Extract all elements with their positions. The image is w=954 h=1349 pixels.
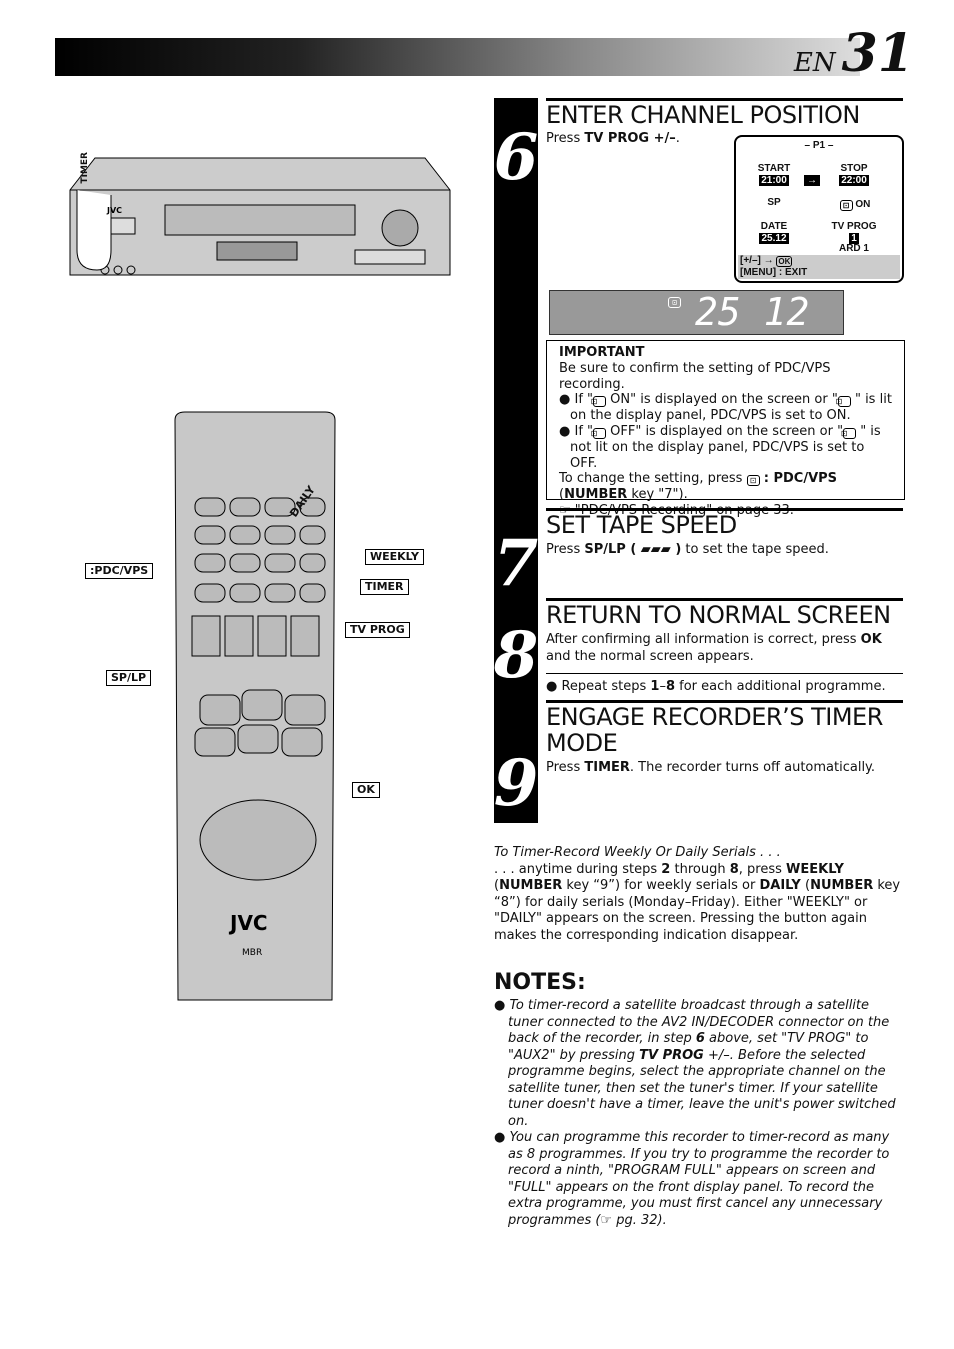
important-box: IMPORTANT Be sure to confirm the setting… — [546, 340, 905, 518]
label-ok: OK — [352, 782, 380, 798]
pdc-icon: ⊡ — [839, 200, 853, 211]
vcr-illustration: JVC — [69, 157, 451, 276]
label-sp-lp: SP/LP — [106, 670, 152, 686]
step-bar: 6 7 8 9 — [494, 98, 538, 823]
notes-section: NOTES: ● To timer-record a satellite bro… — [494, 970, 896, 1228]
label-timer: TIMER — [360, 579, 409, 595]
label-weekly: WEEKLY — [365, 549, 424, 565]
step-9: ENGAGE RECORDER’S TIMER MODE Press TIMER… — [546, 700, 903, 777]
serials-section: To Timer-Record Weekly Or Daily Serials … — [494, 845, 901, 943]
label-pdc-vps: :PDC/VPS — [85, 563, 154, 579]
vcr-timer-label: TIMER — [80, 152, 90, 184]
svg-text:JVC: JVC — [228, 911, 268, 935]
svg-text:JVC: JVC — [106, 206, 122, 215]
remote-illustration: JVC MBR — [174, 411, 336, 1001]
step-7: SET TAPE SPEED Press SP/LP ( ▰▰▰ ) to se… — [546, 508, 903, 559]
pdc-icon: ⊡ — [668, 297, 681, 308]
header-bar — [55, 38, 860, 76]
svg-text:MBR: MBR — [242, 948, 262, 958]
page-number: EN 31 — [793, 23, 914, 84]
arrow-icon: → — [804, 175, 820, 186]
front-display-panel: ⊡ 25 12 1 — [549, 290, 878, 335]
osd-screen: – P1 – START 21:00 → STOP 22:00 SP ⊡ ON … — [734, 135, 904, 283]
label-tv-prog: TV PROG — [345, 622, 410, 638]
step-8: RETURN TO NORMAL SCREEN After confirming… — [546, 598, 903, 696]
